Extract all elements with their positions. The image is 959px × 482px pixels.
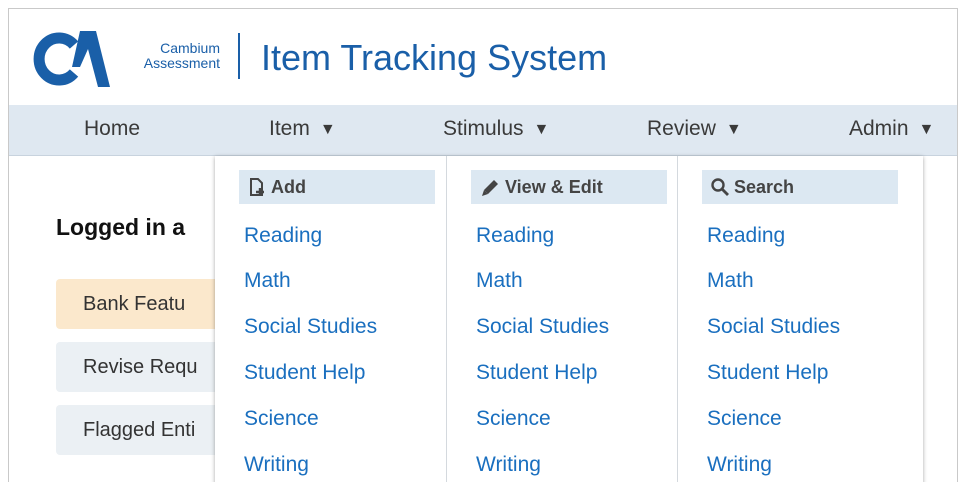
view-edit-reading-link[interactable]: Reading	[476, 224, 554, 248]
app-frame: Cambium Assessment Item Tracking System …	[8, 8, 958, 482]
view-edit-social-studies-link[interactable]: Social Studies	[476, 315, 609, 339]
logged-in-text: Logged in a	[56, 214, 186, 240]
nav-item[interactable]: Item ▼	[269, 117, 336, 141]
caret-down-icon: ▼	[918, 121, 935, 138]
view-edit-writing-link[interactable]: Writing	[476, 453, 541, 477]
column-header-label: View & Edit	[505, 177, 603, 197]
main-navbar: Home Item ▼ Stimulus ▼ Review ▼ Admin ▼	[9, 105, 957, 156]
column-header-label: Add	[271, 177, 306, 197]
add-document-icon	[250, 178, 264, 196]
nav-admin[interactable]: Admin ▼	[849, 117, 934, 141]
nav-review[interactable]: Review ▼	[647, 117, 742, 141]
nav-stimulus[interactable]: Stimulus ▼	[443, 117, 549, 141]
caret-down-icon: ▼	[725, 121, 742, 138]
view-edit-student-help-link[interactable]: Student Help	[476, 361, 597, 385]
logo-divider	[238, 33, 240, 79]
add-social-studies-link[interactable]: Social Studies	[244, 315, 377, 339]
nav-item-label: Item	[269, 117, 310, 140]
nav-home-label: Home	[84, 117, 141, 140]
column-header-view-edit: View & Edit	[471, 170, 667, 204]
add-writing-link[interactable]: Writing	[244, 453, 309, 477]
add-student-help-link[interactable]: Student Help	[244, 361, 365, 385]
search-social-studies-link[interactable]: Social Studies	[707, 315, 840, 339]
item-dropdown-menu: Add Reading Math Social Studies Student …	[215, 156, 923, 482]
search-science-link[interactable]: Science	[707, 407, 782, 431]
revise-request-button[interactable]: Revise Requ	[56, 342, 236, 392]
bank-feature-button[interactable]: Bank Featu	[56, 279, 236, 329]
dropdown-column-view-edit: View & Edit Reading Math Social Studies …	[446, 156, 678, 482]
nav-admin-label: Admin	[849, 117, 909, 140]
search-reading-link[interactable]: Reading	[707, 224, 785, 248]
nav-stimulus-label: Stimulus	[443, 117, 524, 140]
logo-line-1: Cambium	[160, 40, 220, 56]
pencil-icon	[482, 180, 498, 196]
caret-down-icon: ▼	[533, 121, 550, 138]
nav-home[interactable]: Home	[84, 117, 140, 141]
view-edit-science-link[interactable]: Science	[476, 407, 551, 431]
flagged-entity-button[interactable]: Flagged Enti	[56, 405, 236, 455]
column-header-search: Search	[702, 170, 898, 204]
search-icon	[711, 178, 729, 196]
nav-review-label: Review	[647, 117, 716, 140]
dropdown-column-search: Search Reading Math Social Studies Stude…	[677, 156, 909, 482]
logo-line-2: Assessment	[143, 55, 220, 71]
add-reading-link[interactable]: Reading	[244, 224, 322, 248]
search-student-help-link[interactable]: Student Help	[707, 361, 828, 385]
column-header-label: Search	[734, 177, 795, 197]
app-title: Item Tracking System	[261, 37, 608, 78]
logo-text: Cambium Assessment	[116, 41, 220, 71]
cambium-logo-icon[interactable]	[30, 27, 110, 89]
header: Cambium Assessment Item Tracking System	[9, 9, 957, 105]
column-header-add: Add	[239, 170, 435, 204]
add-math-link[interactable]: Math	[244, 269, 291, 293]
view-edit-math-link[interactable]: Math	[476, 269, 523, 293]
search-writing-link[interactable]: Writing	[707, 453, 772, 477]
search-math-link[interactable]: Math	[707, 269, 754, 293]
caret-down-icon: ▼	[319, 121, 336, 138]
dropdown-column-add: Add Reading Math Social Studies Student …	[215, 156, 446, 482]
add-science-link[interactable]: Science	[244, 407, 319, 431]
